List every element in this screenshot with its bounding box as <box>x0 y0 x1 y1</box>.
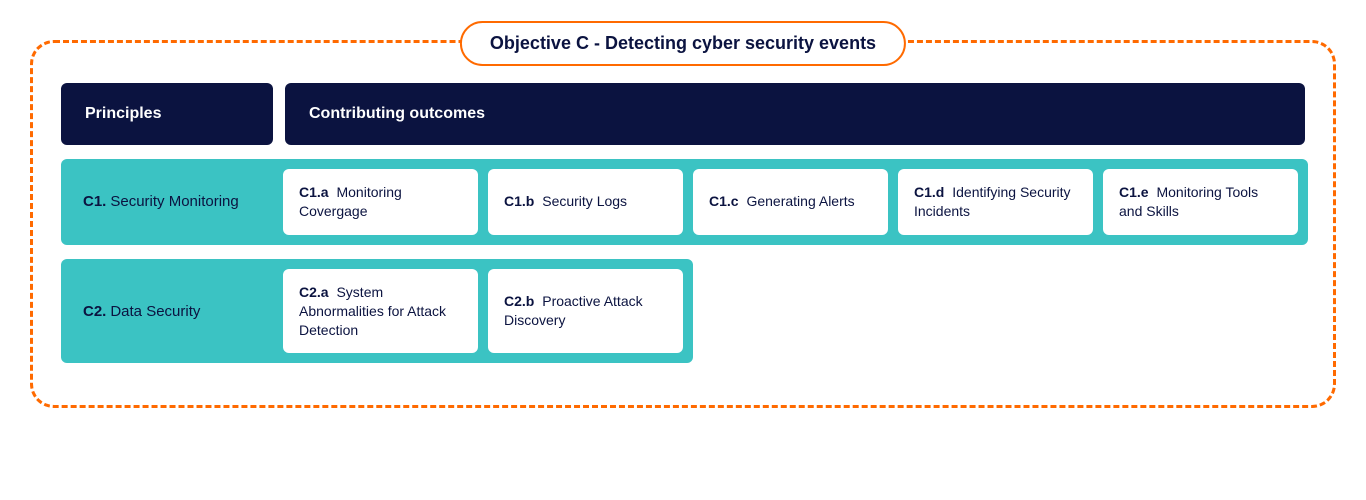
principle-row: C2. Data SecurityC2.a System Abnormaliti… <box>61 259 1305 364</box>
outcome-code: C1.c <box>709 193 739 209</box>
principle-cell: C2. Data Security <box>61 259 273 364</box>
outcome-label: Generating Alerts <box>743 193 855 209</box>
principle-row: C1. Security MonitoringC1.a Monitoring C… <box>61 159 1305 245</box>
principle-cell: C1. Security Monitoring <box>61 159 273 245</box>
principle-code: C1. <box>83 193 106 210</box>
outcome-code: C2.b <box>504 293 534 309</box>
principle-label: Security Monitoring <box>110 193 238 210</box>
outcome-card: C1.d Identifying Security Incidents <box>898 169 1093 235</box>
outcome-code: C2.a <box>299 284 329 300</box>
header-principles: Principles <box>61 83 273 145</box>
outcome-code: C1.a <box>299 184 329 200</box>
header-outcomes: Contributing outcomes <box>285 83 1305 145</box>
outcome-card: C1.a Monitoring Covergage <box>283 169 478 235</box>
objective-title: Objective C - Detecting cyber security e… <box>490 33 876 53</box>
objective-title-badge: Objective C - Detecting cyber security e… <box>460 21 906 66</box>
outcomes-wrap: C2.a System Abnormalities for Attack Det… <box>273 259 693 364</box>
header-outcomes-label: Contributing outcomes <box>309 105 485 122</box>
outcome-label: Security Logs <box>538 193 627 209</box>
outcome-card: C1.e Monitoring Tools and Skills <box>1103 169 1298 235</box>
rows-container: C1. Security MonitoringC1.a Monitoring C… <box>61 159 1305 363</box>
outcome-card: C1.c Generating Alerts <box>693 169 888 235</box>
header-principles-label: Principles <box>85 105 161 122</box>
outcome-code: C1.e <box>1119 184 1149 200</box>
outcome-card: C2.b Proactive Attack Discovery <box>488 269 683 354</box>
outcome-card: C1.b Security Logs <box>488 169 683 235</box>
header-row: Principles Contributing outcomes <box>61 83 1305 145</box>
principle-code: C2. <box>83 303 106 320</box>
outcome-code: C1.b <box>504 193 534 209</box>
outcome-card: C2.a System Abnormalities for Attack Det… <box>283 269 478 354</box>
outcome-code: C1.d <box>914 184 944 200</box>
principle-label: Data Security <box>110 303 200 320</box>
objective-frame: Objective C - Detecting cyber security e… <box>30 40 1336 408</box>
outcomes-wrap: C1.a Monitoring CovergageC1.b Security L… <box>273 159 1308 245</box>
